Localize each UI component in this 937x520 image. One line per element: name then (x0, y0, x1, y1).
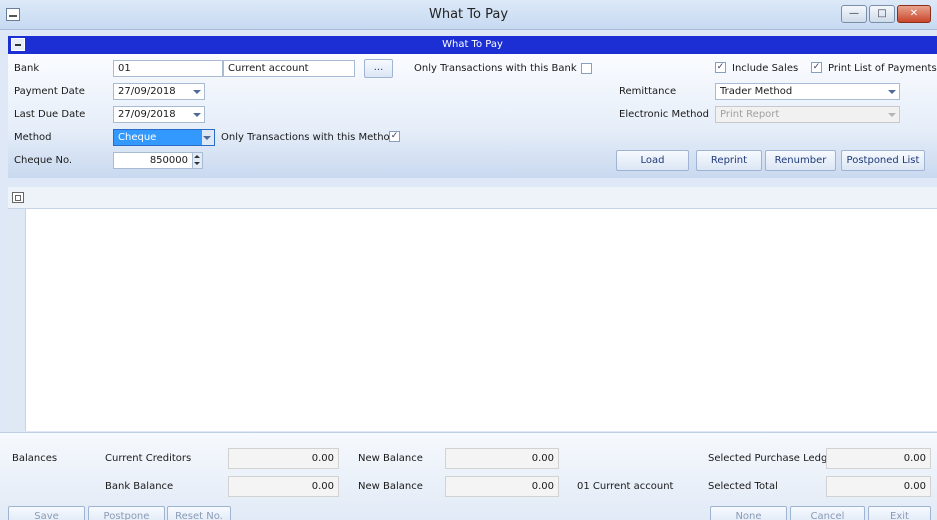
chevron-down-icon[interactable] (193, 113, 201, 117)
window-title: What To Pay (428, 7, 509, 22)
bank-balance-label: Bank Balance (105, 481, 174, 492)
current-creditors-value: 0.00 (228, 448, 339, 469)
maximize-icon[interactable]: □ (869, 5, 895, 23)
selected-total-label: Selected Total (708, 481, 778, 492)
method-label: Method (14, 132, 52, 143)
chevron-down-icon[interactable] (888, 90, 896, 94)
current-creditors-label: Current Creditors (105, 453, 192, 464)
criteria-form: Bank 01 Current account ... Only Transac… (8, 54, 937, 178)
cancel-button[interactable]: Cancel (790, 506, 865, 520)
save-button[interactable]: Save (8, 506, 85, 520)
electronic-method-value: Print Report (720, 109, 780, 120)
panel-header: What To Pay (8, 36, 937, 54)
bank-code-field[interactable]: 01 (113, 60, 223, 77)
remittance-value: Trader Method (720, 86, 793, 97)
title-bar: What To Pay — □ ✕ (0, 0, 937, 30)
remittance-select[interactable]: Trader Method (715, 83, 900, 100)
electronic-method-label: Electronic Method (619, 109, 709, 120)
reprint-button[interactable]: Reprint (696, 150, 762, 171)
bank-name-field: Current account (223, 60, 355, 77)
bank-label: Bank (14, 63, 40, 74)
electronic-method-select: Print Report (715, 106, 900, 123)
print-list-label: Print List of Payments (828, 63, 937, 74)
reset-no-button[interactable]: Reset No. (167, 506, 231, 520)
spin-arrows-icon[interactable] (192, 153, 202, 168)
bank-lookup-button[interactable]: ... (364, 59, 393, 78)
payment-date-label: Payment Date (14, 86, 85, 97)
include-sales-label: Include Sales (732, 63, 799, 74)
remittance-label: Remittance (619, 86, 677, 97)
panel-title: What To Pay (442, 39, 503, 50)
method-value: Cheque (118, 132, 157, 143)
new-balance-label: New Balance (358, 481, 423, 492)
last-due-date-value: 27/09/2018 (118, 109, 176, 120)
balances-label: Balances (12, 453, 58, 464)
cheque-no-label: Cheque No. (14, 155, 73, 166)
only-method-label: Only Transactions with this Method (221, 132, 397, 143)
exit-button[interactable]: Exit (868, 506, 931, 520)
include-sales-checkbox[interactable]: ✓ (715, 62, 726, 73)
bank-balance-value: 0.00 (228, 476, 339, 497)
only-bank-checkbox[interactable] (581, 63, 592, 74)
renumber-button[interactable]: Renumber (765, 150, 836, 171)
new-balance-label: New Balance (358, 453, 423, 464)
grid-options-icon[interactable] (12, 192, 24, 203)
only-method-checkbox[interactable]: ✓ (389, 131, 400, 142)
load-button[interactable]: Load (616, 150, 689, 171)
new-balance-value: 0.00 (445, 476, 559, 497)
balances-footer: Balances Current Creditors 0.00 New Bala… (0, 432, 937, 520)
chevron-down-icon (888, 113, 896, 117)
payments-grid[interactable] (26, 209, 937, 431)
cheque-no-stepper[interactable]: 850000 (113, 152, 203, 169)
cheque-no-value: 850000 (149, 155, 188, 166)
close-icon[interactable]: ✕ (897, 5, 931, 23)
last-due-date-label: Last Due Date (14, 109, 86, 120)
new-balance-value: 0.00 (445, 448, 559, 469)
selected-purchase-ledger-value: 0.00 (826, 448, 931, 469)
window-controls: — □ ✕ (841, 5, 931, 23)
print-list-checkbox[interactable]: ✓ (811, 62, 822, 73)
payment-date-field[interactable]: 27/09/2018 (113, 83, 205, 100)
grid-header (8, 187, 937, 209)
payment-date-value: 27/09/2018 (118, 86, 176, 97)
minimize-icon[interactable]: — (841, 5, 867, 23)
bank-account-label: 01 Current account (577, 481, 674, 492)
last-due-date-field[interactable]: 27/09/2018 (113, 106, 205, 123)
postponed-list-button[interactable]: Postponed List (841, 150, 925, 171)
chevron-down-icon[interactable] (203, 136, 211, 140)
method-select[interactable]: Cheque (113, 129, 215, 146)
selected-total-value: 0.00 (826, 476, 931, 497)
only-bank-label: Only Transactions with this Bank (414, 63, 577, 74)
grid-row-indicator (8, 209, 26, 431)
chevron-down-icon[interactable] (193, 90, 201, 94)
postpone-button[interactable]: Postpone (88, 506, 165, 520)
none-button[interactable]: None (710, 506, 787, 520)
selected-purchase-ledger-label: Selected Purchase Ledger (708, 453, 838, 464)
